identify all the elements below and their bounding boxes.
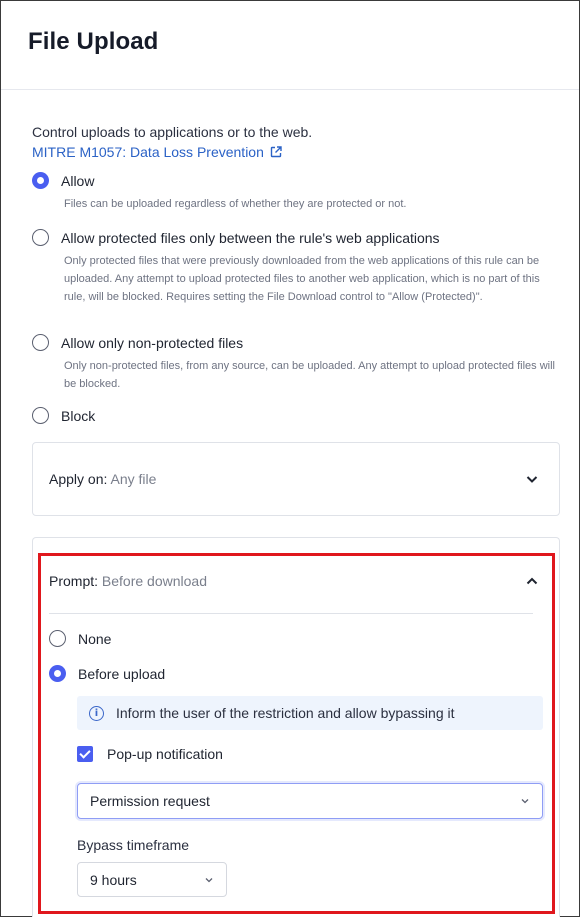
radio-allow-non-protected[interactable]: Allow only non-protected files (32, 334, 560, 351)
upload-option-block: Block (32, 407, 560, 424)
file-upload-panel: File Upload Control uploads to applicati… (0, 0, 580, 917)
radio-allow[interactable]: Allow (32, 172, 560, 189)
radio-button[interactable] (32, 407, 49, 424)
upload-controls: Control uploads to applications or to th… (32, 123, 560, 162)
apply-on-title: Apply on: Any file (49, 471, 156, 487)
radio-button[interactable] (32, 229, 49, 246)
intro-description: Control uploads to applications or to th… (32, 124, 313, 140)
upload-option-protected-between-apps: Allow protected files only between the r… (32, 229, 560, 306)
option-label: Allow (61, 172, 95, 189)
panel-header: File Upload (1, 1, 579, 90)
radio-block[interactable]: Block (32, 407, 560, 424)
upload-option-non-protected: Allow only non-protected files Only non-… (32, 334, 560, 393)
radio-button[interactable] (32, 172, 49, 189)
apply-on-label: Apply on: (49, 471, 108, 487)
radio-button[interactable] (32, 334, 49, 351)
radio-allow-protected[interactable]: Allow protected files only between the r… (32, 229, 560, 246)
page-title: File Upload (28, 28, 159, 55)
apply-on-section[interactable]: Apply on: Any file (32, 442, 560, 516)
option-label: Allow protected files only between the r… (61, 229, 440, 246)
mitre-link[interactable]: MITRE M1057: Data Loss Prevention (32, 144, 282, 160)
option-help: Only protected files that were previousl… (64, 255, 540, 303)
option-help: Only non-protected files, from any sourc… (64, 360, 555, 390)
upload-option-allow: Allow Files can be uploaded regardless o… (32, 172, 560, 213)
apply-on-value: Any file (110, 471, 157, 487)
external-link-icon (270, 146, 282, 158)
option-label: Block (61, 407, 96, 424)
chevron-down-icon[interactable] (525, 472, 539, 486)
mitre-link-label: MITRE M1057: Data Loss Prevention (32, 144, 264, 160)
option-label: Allow only non-protected files (61, 334, 244, 351)
highlight-box (38, 553, 555, 914)
option-help: Files can be uploaded regardless of whet… (64, 198, 407, 210)
